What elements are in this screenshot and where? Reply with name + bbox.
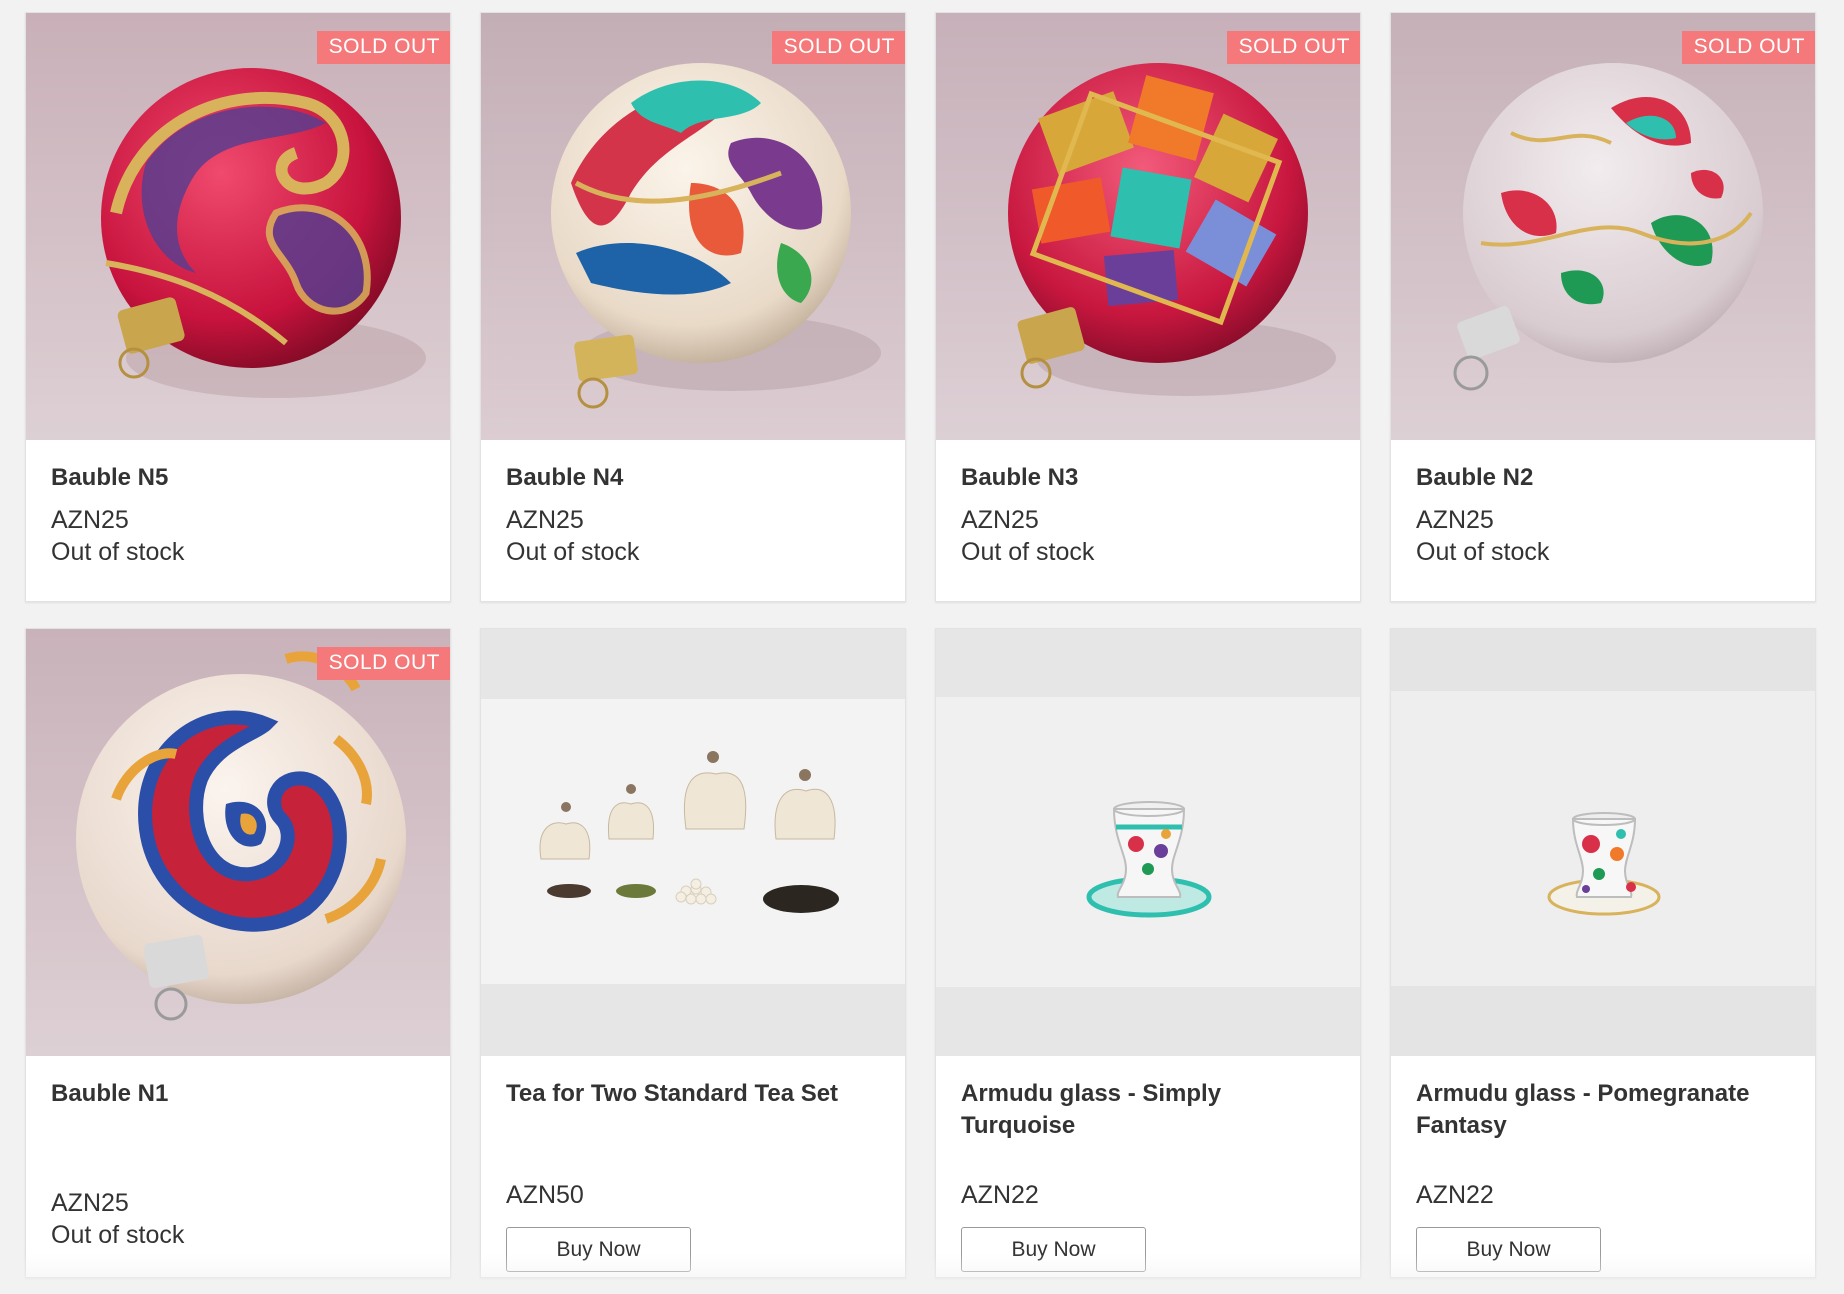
sold-out-badge: SOLD OUT	[1681, 31, 1815, 64]
product-price: AZN25	[1416, 506, 1494, 534]
sold-out-badge: SOLD OUT	[1226, 31, 1360, 64]
product-name[interactable]: Bauble N5	[51, 462, 430, 494]
bauble-n3-image	[936, 13, 1360, 440]
product-card-bauble-n4[interactable]: SOLD OUT Bauble N4 AZN25 Out of stock	[480, 12, 906, 602]
product-info: Bauble N5 AZN25 Out of stock	[51, 440, 430, 601]
product-image-bauble-n4[interactable]: SOLD OUT	[481, 13, 905, 440]
product-grid: SOLD OUT Bauble N5 AZN25 Out of stock SO…	[25, 12, 1816, 1278]
stock-status: Out of stock	[506, 538, 640, 566]
product-info: Bauble N4 AZN25 Out of stock	[506, 440, 885, 601]
product-card-armudu-turquoise[interactable]: Armudu glass - Simply Turquoise AZN22 Bu…	[935, 628, 1361, 1278]
bauble-n4-image	[481, 13, 905, 440]
product-image-armudu-turquoise[interactable]	[936, 629, 1360, 1056]
product-card-bauble-n3[interactable]: SOLD OUT Bauble N3 AZN25 Out of stock	[935, 12, 1361, 602]
buy-now-button[interactable]: Buy Now	[961, 1227, 1146, 1272]
product-image-armudu-pomegranate[interactable]	[1391, 629, 1815, 1056]
armudu-turquoise-image	[936, 629, 1360, 1056]
product-info: Armudu glass - Simply Turquoise AZN22 Bu…	[961, 1056, 1340, 1277]
product-info: Bauble N2 AZN25 Out of stock	[1416, 440, 1795, 601]
product-card-armudu-pomegranate[interactable]: Armudu glass - Pomegranate Fantasy AZN22…	[1390, 628, 1816, 1278]
product-price: AZN25	[51, 506, 129, 534]
armudu-pomegranate-image	[1391, 629, 1815, 1056]
stock-status: Out of stock	[51, 538, 185, 566]
product-price: AZN25	[961, 506, 1039, 534]
product-image-bauble-n5[interactable]: SOLD OUT	[26, 13, 450, 440]
product-name[interactable]: Armudu glass - Pomegranate Fantasy	[1416, 1078, 1795, 1142]
product-name[interactable]: Armudu glass - Simply Turquoise	[961, 1078, 1340, 1142]
product-price: AZN22	[961, 1181, 1039, 1209]
product-image-bauble-n2[interactable]: SOLD OUT	[1391, 13, 1815, 440]
product-image-bauble-n1[interactable]: SOLD OUT	[26, 629, 450, 1056]
product-price: AZN25	[506, 506, 584, 534]
product-info: Bauble N3 AZN25 Out of stock	[961, 440, 1340, 601]
bauble-n5-image	[26, 13, 450, 440]
product-card-bauble-n5[interactable]: SOLD OUT Bauble N5 AZN25 Out of stock	[25, 12, 451, 602]
product-price: AZN50	[506, 1181, 584, 1209]
product-info: Bauble N1 AZN25 Out of stock	[51, 1056, 430, 1277]
sold-out-badge: SOLD OUT	[316, 31, 450, 64]
stock-status: Out of stock	[51, 1221, 185, 1249]
sold-out-badge: SOLD OUT	[316, 647, 450, 680]
product-price: AZN22	[1416, 1181, 1494, 1209]
product-card-tea-set[interactable]: Tea for Two Standard Tea Set AZN50 Buy N…	[480, 628, 906, 1278]
product-name[interactable]: Bauble N4	[506, 462, 885, 494]
product-name[interactable]: Bauble N1	[51, 1078, 430, 1110]
product-price: AZN25	[51, 1189, 129, 1217]
bauble-n2-image	[1391, 13, 1815, 440]
sold-out-badge: SOLD OUT	[771, 31, 905, 64]
product-image-tea-set[interactable]	[481, 629, 905, 1056]
buy-now-button[interactable]: Buy Now	[1416, 1227, 1601, 1272]
product-card-bauble-n2[interactable]: SOLD OUT Bauble N2 AZN25 Out of stock	[1390, 12, 1816, 602]
product-card-bauble-n1[interactable]: SOLD OUT Bauble N1 AZN25 Out of stock	[25, 628, 451, 1278]
product-name[interactable]: Bauble N3	[961, 462, 1340, 494]
stock-status: Out of stock	[1416, 538, 1550, 566]
tea-set-image	[481, 629, 905, 1056]
product-name[interactable]: Tea for Two Standard Tea Set	[506, 1078, 885, 1110]
bauble-n1-image	[26, 629, 450, 1056]
stock-status: Out of stock	[961, 538, 1095, 566]
product-name[interactable]: Bauble N2	[1416, 462, 1795, 494]
product-info: Tea for Two Standard Tea Set AZN50 Buy N…	[506, 1056, 885, 1277]
product-info: Armudu glass - Pomegranate Fantasy AZN22…	[1416, 1056, 1795, 1277]
product-image-bauble-n3[interactable]: SOLD OUT	[936, 13, 1360, 440]
buy-now-button[interactable]: Buy Now	[506, 1227, 691, 1272]
